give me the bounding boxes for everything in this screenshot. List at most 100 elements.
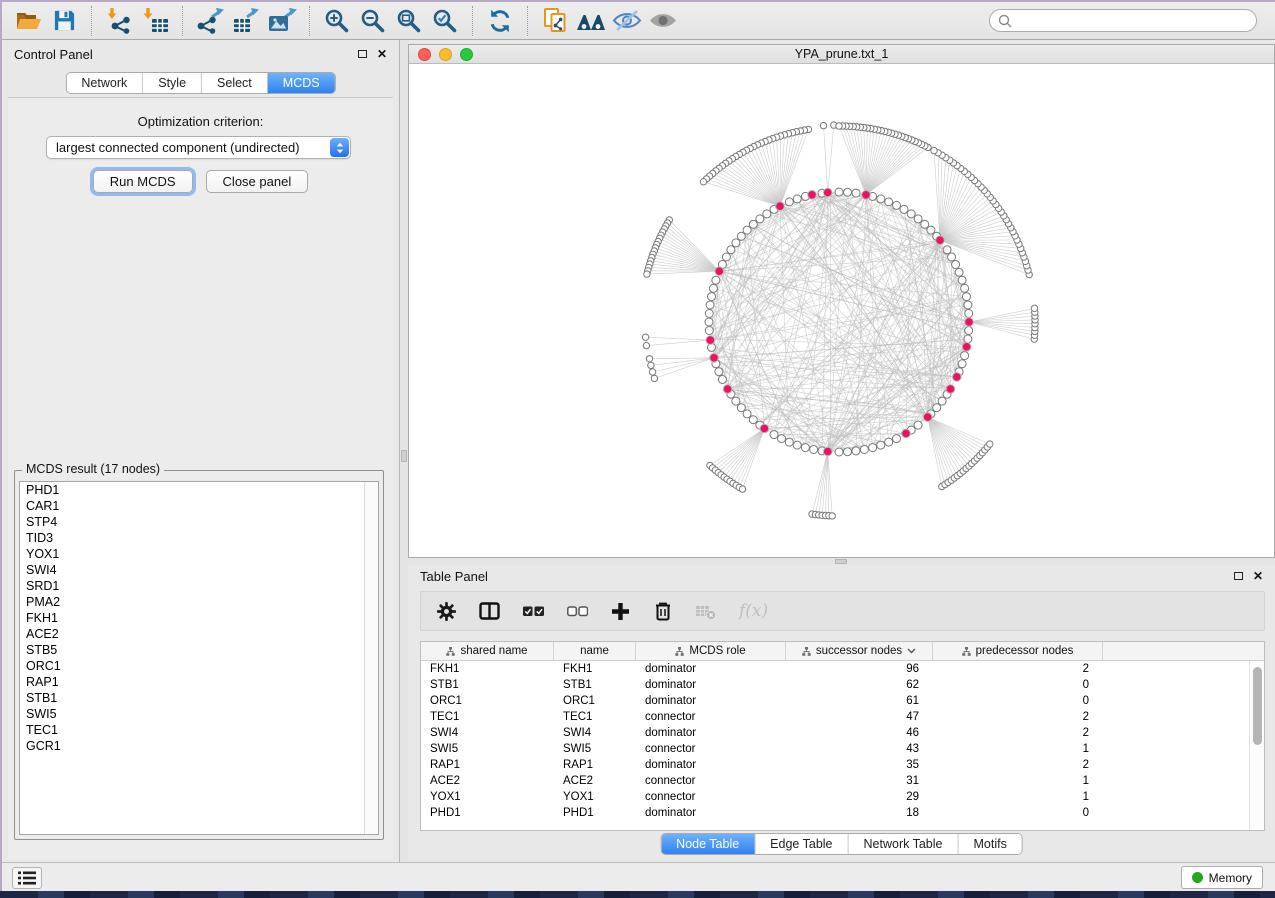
add-column-button[interactable] [611,602,630,621]
mcds-result-item[interactable]: STB5 [20,642,378,658]
network-canvas[interactable] [409,64,1274,557]
mcds-result-item[interactable]: STB1 [20,690,378,706]
copy-network-button[interactable] [537,5,573,37]
column-header-successor-nodes[interactable]: successor nodes [786,642,933,660]
tab-motifs[interactable]: Motifs [958,834,1021,854]
tab-style[interactable]: Style [143,73,202,93]
result-list-scrollbar[interactable] [364,482,378,834]
export-table-button[interactable] [228,5,264,37]
column-header-shared-name[interactable]: shared name [421,642,554,660]
table-row[interactable]: PHD1PHD1dominator180 [421,805,1264,821]
tab-network-table[interactable]: Network Table [849,834,959,854]
splitter-grip[interactable] [835,559,847,564]
main-toolbar [2,2,1275,40]
column-layout-button[interactable] [479,602,500,620]
chevron-down-icon[interactable] [907,648,916,654]
tab-edge-table[interactable]: Edge Table [755,834,848,854]
table-row[interactable]: STB1STB1dominator620 [421,677,1264,693]
table-row[interactable]: RAP1RAP1dominator352 [421,757,1264,773]
function-builder-button[interactable]: f(x) [739,601,768,621]
zoom-in-button[interactable] [319,5,355,37]
import-network-button[interactable] [101,5,137,37]
mcds-result-item[interactable]: TEC1 [20,722,378,738]
mcds-result-item[interactable]: ACE2 [20,626,378,642]
run-mcds-button[interactable]: Run MCDS [93,170,193,193]
close-panel-button[interactable]: Close panel [206,170,309,193]
column-header-mcds-role[interactable]: MCDS role [636,642,786,660]
show-all-button[interactable] [645,5,681,37]
mcds-result-item[interactable]: SWI4 [20,562,378,578]
table-cell: STB1 [554,677,636,693]
table-scrollbar-thumb[interactable] [1253,667,1262,745]
delete-table-button[interactable] [696,602,716,620]
zoom-out-button[interactable] [355,5,391,37]
table-row[interactable]: ACE2ACE2connector311 [421,773,1264,789]
deselect-all-button[interactable] [567,605,588,617]
close-panel-icon[interactable]: ✕ [377,48,387,60]
mcds-result-item[interactable]: STP4 [20,514,378,530]
network-window-title: YPA_prune.txt_1 [409,47,1274,61]
mcds-result-item[interactable]: SWI5 [20,706,378,722]
tab-network[interactable]: Network [66,73,143,93]
optimization-criterion-select[interactable]: largest connected component (undirected) [46,136,351,159]
settings-gear-button[interactable] [437,602,456,621]
table-panel-title: Table Panel [420,569,1234,584]
task-history-button[interactable] [12,867,42,889]
table-row[interactable]: SWI5SWI5connector431 [421,741,1264,757]
table-row[interactable]: ORC1ORC1dominator610 [421,693,1264,709]
tab-mcds[interactable]: MCDS [268,73,335,93]
tab-node-table[interactable]: Node Table [661,834,755,854]
window-close-icon[interactable] [418,48,431,61]
table-cell: 62 [786,677,933,693]
vertical-splitter[interactable] [400,40,408,862]
export-network-button[interactable] [192,5,228,37]
import-table-button[interactable] [137,5,173,37]
mcds-result-item[interactable]: ORC1 [20,658,378,674]
search-box[interactable] [989,9,1257,32]
mcds-result-item[interactable]: SRD1 [20,578,378,594]
mcds-result-item[interactable]: GCR1 [20,738,378,754]
mcds-result-item[interactable]: YOX1 [20,546,378,562]
export-network-icon [195,7,225,34]
memory-button[interactable]: Memory [1181,866,1263,889]
network-window-titlebar[interactable]: YPA_prune.txt_1 [409,45,1274,64]
table-cell: dominator [636,661,786,677]
mcds-result-item[interactable]: CAR1 [20,498,378,514]
float-panel-icon[interactable] [1234,572,1243,580]
table-row[interactable]: YOX1YOX1connector291 [421,789,1264,805]
table-row[interactable]: TEC1TEC1connector472 [421,709,1264,725]
mcds-result-item[interactable]: TID3 [20,530,378,546]
first-neighbors-button[interactable] [573,5,609,37]
table-scrollbar[interactable] [1249,661,1264,830]
mcds-result-list[interactable]: PHD1CAR1STP4TID3YOX1SWI4SRD1PMA2FKH1ACE2… [19,481,379,835]
select-all-button[interactable] [523,605,544,617]
table-cell: SWI4 [421,725,554,741]
window-maximize-icon[interactable] [460,48,473,61]
window-minimize-icon[interactable] [439,48,452,61]
tab-select[interactable]: Select [202,73,268,93]
mcds-result-item[interactable]: PHD1 [20,482,378,498]
open-file-button[interactable] [10,5,46,37]
copy-network-icon [542,7,569,34]
close-panel-icon[interactable]: ✕ [1253,570,1263,582]
splitter-grip[interactable] [401,450,407,462]
search-input[interactable] [1017,14,1248,28]
mcds-result-item[interactable]: PMA2 [20,594,378,610]
table-cell: dominator [636,757,786,773]
mcds-result-item[interactable]: FKH1 [20,610,378,626]
save-session-button[interactable] [46,5,82,37]
zoom-selected-button[interactable] [427,5,463,37]
delete-column-button[interactable] [653,601,673,621]
column-header-predecessor-nodes[interactable]: predecessor nodes [933,642,1103,660]
mcds-result-item[interactable]: RAP1 [20,674,378,690]
table-row[interactable]: SWI4SWI4dominator462 [421,725,1264,741]
refresh-button[interactable] [482,5,518,37]
column-header-name[interactable]: name [554,642,636,660]
horizontal-splitter[interactable] [408,558,1275,565]
hide-selected-button[interactable] [609,5,645,37]
float-panel-icon[interactable] [358,50,367,58]
settings-gear-icon [437,602,456,621]
zoom-fit-button[interactable] [391,5,427,37]
export-image-button[interactable] [264,5,300,37]
table-row[interactable]: FKH1FKH1dominator962 [421,661,1264,677]
